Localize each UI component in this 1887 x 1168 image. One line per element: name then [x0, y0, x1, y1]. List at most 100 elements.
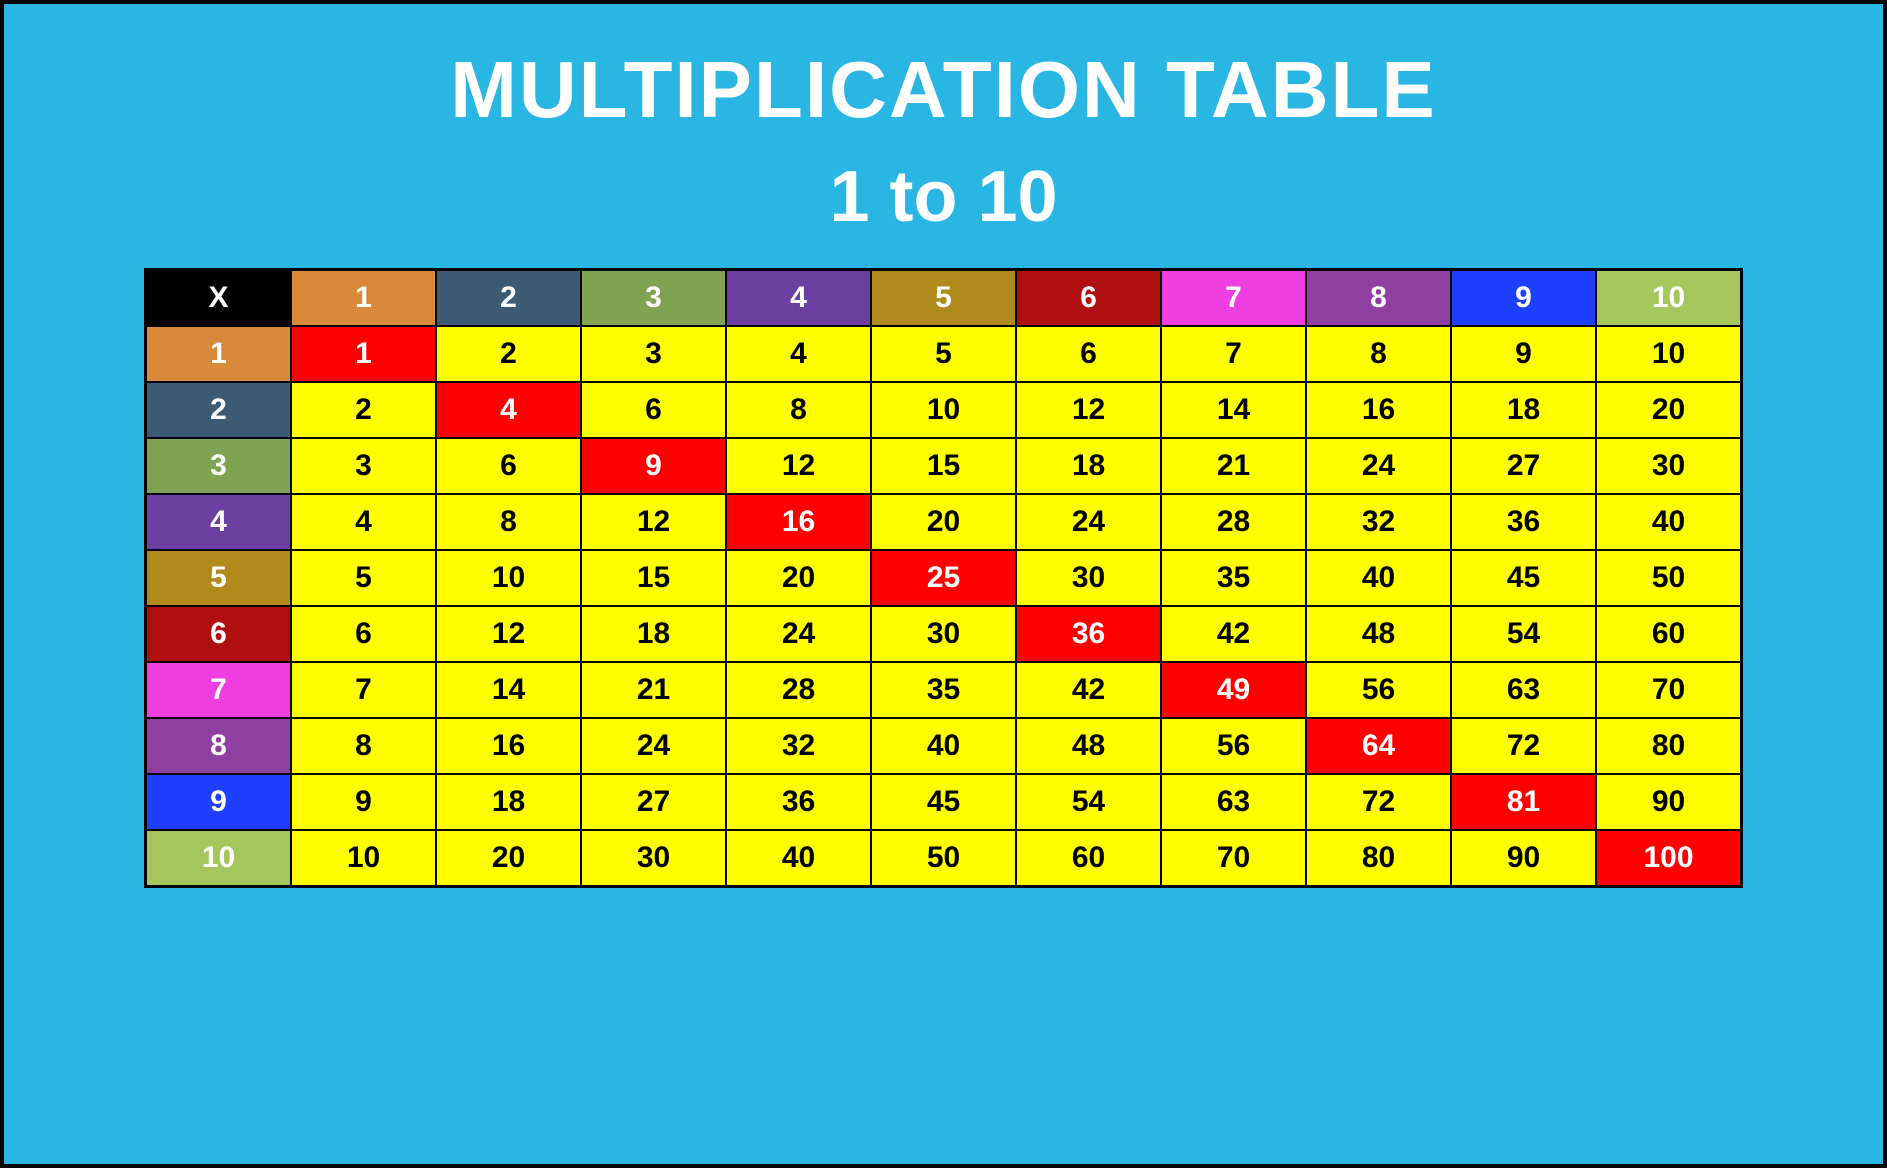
- cell-4x7: 28: [1161, 494, 1306, 550]
- cell-2x3: 6: [581, 382, 726, 438]
- cell-4x8: 32: [1306, 494, 1451, 550]
- cell-10x3: 30: [581, 830, 726, 886]
- cell-1x2: 2: [436, 326, 581, 382]
- row-header-3: 3: [146, 438, 291, 494]
- row-header-6: 6: [146, 606, 291, 662]
- cell-3x6: 18: [1016, 438, 1161, 494]
- cell-9x9: 81: [1451, 774, 1596, 830]
- cell-7x9: 63: [1451, 662, 1596, 718]
- row-header-1: 1: [146, 326, 291, 382]
- cell-9x8: 72: [1306, 774, 1451, 830]
- cell-1x1: 1: [291, 326, 436, 382]
- col-header-1: 1: [291, 270, 436, 326]
- cell-1x9: 9: [1451, 326, 1596, 382]
- cell-3x5: 15: [871, 438, 1016, 494]
- cell-3x10: 30: [1596, 438, 1741, 494]
- cell-3x3: 9: [581, 438, 726, 494]
- page-subtitle: 1 to 10: [450, 156, 1437, 238]
- row-header-7: 7: [146, 662, 291, 718]
- cell-9x10: 90: [1596, 774, 1741, 830]
- cell-3x2: 6: [436, 438, 581, 494]
- cell-4x10: 40: [1596, 494, 1741, 550]
- col-header-8: 8: [1306, 270, 1451, 326]
- col-header-6: 6: [1016, 270, 1161, 326]
- cell-3x9: 27: [1451, 438, 1596, 494]
- cell-7x3: 21: [581, 662, 726, 718]
- cell-10x2: 20: [436, 830, 581, 886]
- page-title: MULTIPLICATION TABLE: [450, 44, 1437, 136]
- cell-8x7: 56: [1161, 718, 1306, 774]
- cell-6x4: 24: [726, 606, 871, 662]
- row-header-5: 5: [146, 550, 291, 606]
- title-block: MULTIPLICATION TABLE 1 to 10: [450, 34, 1437, 268]
- cell-8x1: 8: [291, 718, 436, 774]
- cell-2x8: 16: [1306, 382, 1451, 438]
- cell-5x2: 10: [436, 550, 581, 606]
- cell-2x2: 4: [436, 382, 581, 438]
- col-header-7: 7: [1161, 270, 1306, 326]
- cell-6x5: 30: [871, 606, 1016, 662]
- cell-7x5: 35: [871, 662, 1016, 718]
- cell-10x1: 10: [291, 830, 436, 886]
- col-header-4: 4: [726, 270, 871, 326]
- cell-2x9: 18: [1451, 382, 1596, 438]
- row-header-2: 2: [146, 382, 291, 438]
- cell-7x10: 70: [1596, 662, 1741, 718]
- cell-5x5: 25: [871, 550, 1016, 606]
- cell-8x4: 32: [726, 718, 871, 774]
- cell-8x9: 72: [1451, 718, 1596, 774]
- cell-6x1: 6: [291, 606, 436, 662]
- cell-1x7: 7: [1161, 326, 1306, 382]
- cell-3x1: 3: [291, 438, 436, 494]
- cell-4x4: 16: [726, 494, 871, 550]
- cell-2x6: 12: [1016, 382, 1161, 438]
- cell-8x8: 64: [1306, 718, 1451, 774]
- cell-10x4: 40: [726, 830, 871, 886]
- cell-2x4: 8: [726, 382, 871, 438]
- cell-1x6: 6: [1016, 326, 1161, 382]
- cell-4x2: 8: [436, 494, 581, 550]
- cell-8x5: 40: [871, 718, 1016, 774]
- cell-1x10: 10: [1596, 326, 1741, 382]
- cell-2x7: 14: [1161, 382, 1306, 438]
- cell-9x1: 9: [291, 774, 436, 830]
- cell-7x6: 42: [1016, 662, 1161, 718]
- cell-5x4: 20: [726, 550, 871, 606]
- cell-3x7: 21: [1161, 438, 1306, 494]
- cell-5x6: 30: [1016, 550, 1161, 606]
- row-header-9: 9: [146, 774, 291, 830]
- cell-3x4: 12: [726, 438, 871, 494]
- cell-7x2: 14: [436, 662, 581, 718]
- cell-9x6: 54: [1016, 774, 1161, 830]
- cell-4x3: 12: [581, 494, 726, 550]
- cell-6x10: 60: [1596, 606, 1741, 662]
- cell-5x10: 50: [1596, 550, 1741, 606]
- cell-1x8: 8: [1306, 326, 1451, 382]
- cell-6x2: 12: [436, 606, 581, 662]
- cell-9x3: 27: [581, 774, 726, 830]
- cell-4x5: 20: [871, 494, 1016, 550]
- cell-9x5: 45: [871, 774, 1016, 830]
- cell-4x1: 4: [291, 494, 436, 550]
- col-header-5: 5: [871, 270, 1016, 326]
- cell-6x6: 36: [1016, 606, 1161, 662]
- cell-10x6: 60: [1016, 830, 1161, 886]
- cell-8x3: 24: [581, 718, 726, 774]
- cell-5x3: 15: [581, 550, 726, 606]
- cell-6x7: 42: [1161, 606, 1306, 662]
- cell-8x10: 80: [1596, 718, 1741, 774]
- cell-8x2: 16: [436, 718, 581, 774]
- cell-7x4: 28: [726, 662, 871, 718]
- cell-1x3: 3: [581, 326, 726, 382]
- cell-9x4: 36: [726, 774, 871, 830]
- cell-7x7: 49: [1161, 662, 1306, 718]
- cell-5x9: 45: [1451, 550, 1596, 606]
- cell-4x6: 24: [1016, 494, 1161, 550]
- row-header-8: 8: [146, 718, 291, 774]
- cell-3x8: 24: [1306, 438, 1451, 494]
- cell-10x10: 100: [1596, 830, 1741, 886]
- row-header-10: 10: [146, 830, 291, 886]
- cell-5x1: 5: [291, 550, 436, 606]
- col-header-2: 2: [436, 270, 581, 326]
- cell-1x4: 4: [726, 326, 871, 382]
